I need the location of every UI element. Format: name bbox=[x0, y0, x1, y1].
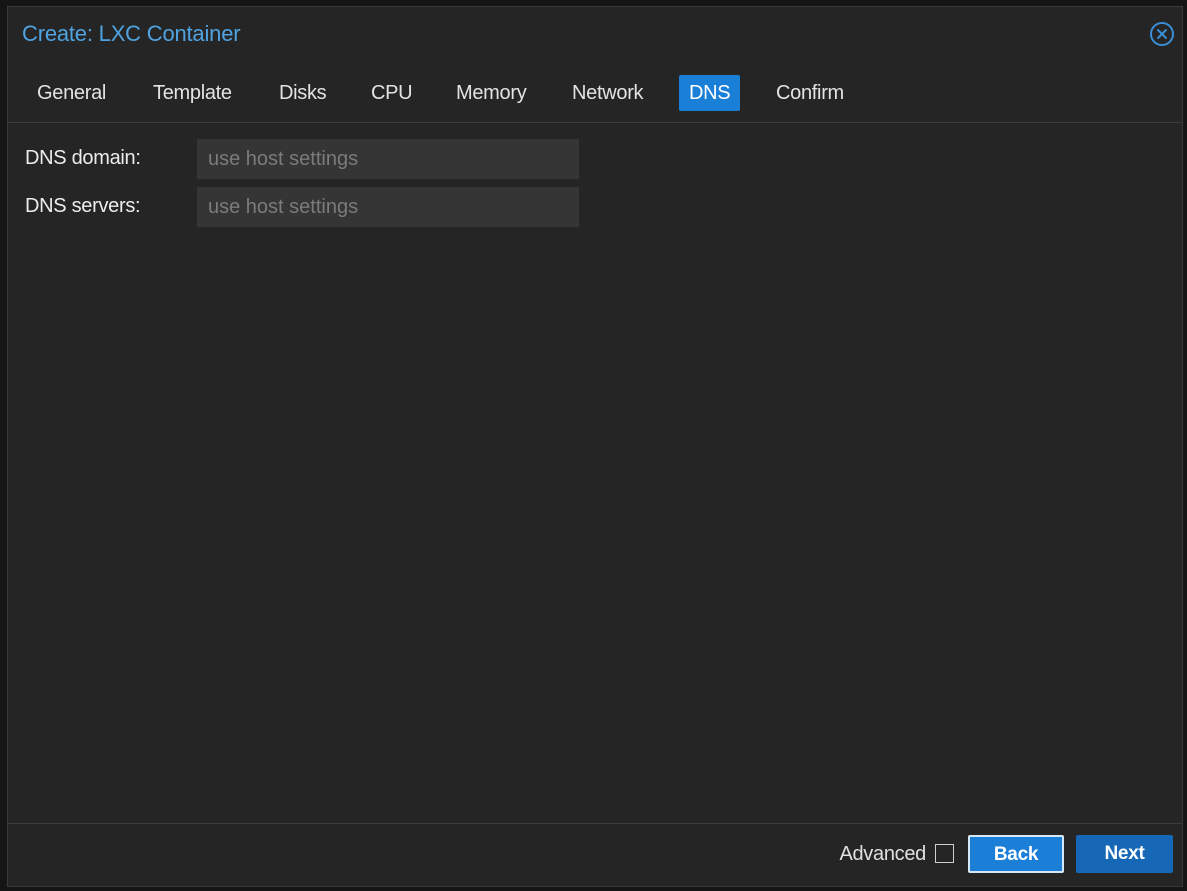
tab-dns[interactable]: DNS bbox=[679, 75, 741, 111]
tab-general[interactable]: General bbox=[27, 75, 116, 111]
dns-domain-label: DNS domain: bbox=[25, 147, 141, 169]
dialog-title: Create: LXC Container bbox=[22, 21, 241, 46]
tab-disks[interactable]: Disks bbox=[269, 75, 336, 111]
dns-domain-input[interactable] bbox=[197, 139, 579, 179]
close-icon[interactable] bbox=[1150, 22, 1174, 46]
tab-memory[interactable]: Memory bbox=[446, 75, 536, 111]
next-button[interactable]: Next bbox=[1076, 835, 1173, 873]
back-button[interactable]: Back bbox=[968, 835, 1064, 873]
dns-servers-input[interactable] bbox=[197, 187, 579, 227]
tab-confirm[interactable]: Confirm bbox=[766, 75, 854, 111]
tab-template[interactable]: Template bbox=[143, 75, 242, 111]
dialog-footer: Advanced Back Next bbox=[8, 823, 1182, 886]
wizard-tabbar: General Template Disks CPU Memory Networ… bbox=[8, 61, 1182, 123]
dialog-header: Create: LXC Container bbox=[8, 7, 1182, 61]
tab-network[interactable]: Network bbox=[562, 75, 653, 111]
tab-cpu[interactable]: CPU bbox=[361, 75, 422, 111]
advanced-label: Advanced bbox=[839, 843, 926, 865]
create-lxc-dialog: Create: LXC Container General Template D… bbox=[7, 6, 1183, 887]
advanced-checkbox[interactable] bbox=[935, 844, 954, 863]
dns-servers-label: DNS servers: bbox=[25, 195, 141, 217]
